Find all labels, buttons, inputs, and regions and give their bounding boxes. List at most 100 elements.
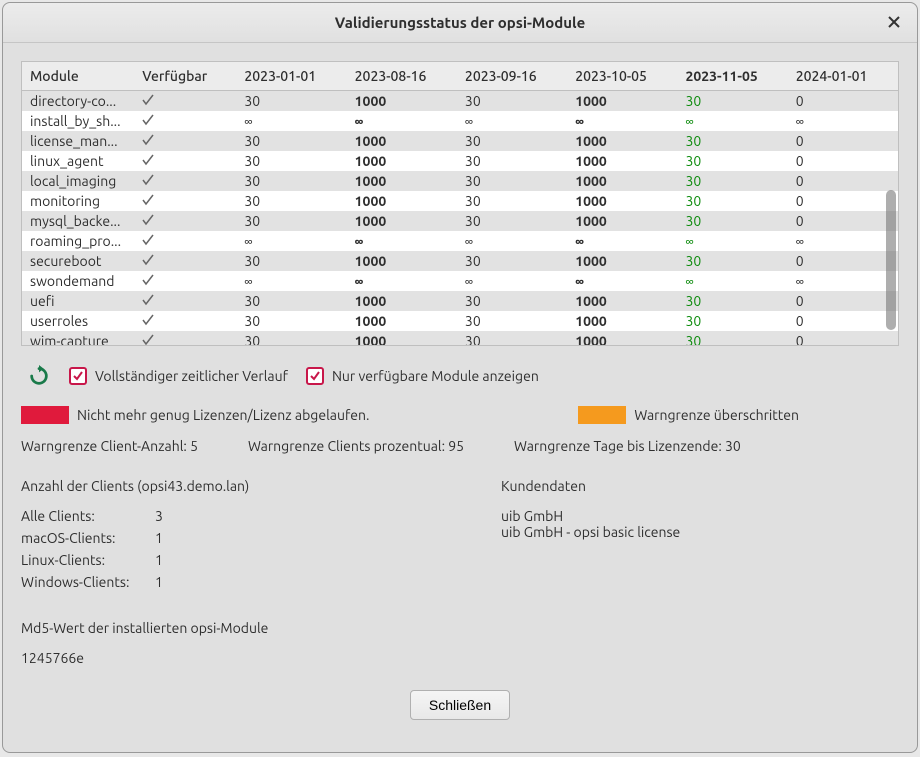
cell-value: 0 xyxy=(788,171,898,191)
titlebar: Validierungsstatus der opsi-Module xyxy=(3,3,917,43)
cell-value: 30 xyxy=(677,251,787,271)
table-row[interactable]: roaming_pro...∞∞∞∞∞∞ xyxy=(22,231,898,251)
cell-value: ∞ xyxy=(457,231,567,251)
cell-value: ∞ xyxy=(567,231,677,251)
warn-days: Warngrenze Tage bis Lizenzende: 30 xyxy=(514,438,741,454)
customer-line1: uib GmbH xyxy=(501,508,899,524)
cell-available xyxy=(134,291,236,311)
cell-value: ∞ xyxy=(347,231,457,251)
cell-value: ∞ xyxy=(236,111,346,131)
cell-module: license_man... xyxy=(22,131,134,151)
cell-module: secureboot xyxy=(22,251,134,271)
cell-value: 1000 xyxy=(567,211,677,231)
md5-header: Md5-Wert der installierten opsi-Module xyxy=(21,620,421,636)
checkbox-full-history[interactable]: Vollständiger zeitlicher Verlauf xyxy=(69,367,288,385)
linux-clients-label: Linux-Clients: xyxy=(21,552,145,568)
checkmark-icon xyxy=(142,334,154,345)
table-header-row: Module Verfügbar 2023-01-01 2023-08-16 2… xyxy=(22,62,898,91)
cell-value: 30 xyxy=(457,131,567,151)
checkmark-icon xyxy=(142,234,154,246)
cell-value: 30 xyxy=(457,311,567,331)
cell-value: ∞ xyxy=(788,111,898,131)
cell-value: 30 xyxy=(457,151,567,171)
cell-value: 1000 xyxy=(567,151,677,171)
cell-value: ∞ xyxy=(677,231,787,251)
win-clients-value: 1 xyxy=(155,574,163,590)
cell-value: 0 xyxy=(788,291,898,311)
col-date-3[interactable]: 2023-09-16 xyxy=(457,62,567,91)
table-row[interactable]: uefi301000301000300 xyxy=(22,291,898,311)
cell-value: 30 xyxy=(677,211,787,231)
table-row[interactable]: monitoring301000301000300 xyxy=(22,191,898,211)
customer-line2: uib GmbH - opsi basic license xyxy=(501,524,899,540)
cell-value: ∞ xyxy=(236,231,346,251)
cell-module: mysql_backe... xyxy=(22,211,134,231)
cell-value: 1000 xyxy=(347,211,457,231)
table-row[interactable]: mysql_backe...301000301000300 xyxy=(22,211,898,231)
cell-value: 1000 xyxy=(567,131,677,151)
cell-value: 30 xyxy=(236,251,346,271)
cell-value: ∞ xyxy=(347,271,457,291)
table-row[interactable]: install_by_sh...∞∞∞∞∞∞ xyxy=(22,111,898,131)
table-row[interactable]: secureboot301000301000300 xyxy=(22,251,898,271)
checkbox-full-history-label: Vollständiger zeitlicher Verlauf xyxy=(95,368,288,384)
table-row[interactable]: license_man...301000301000300 xyxy=(22,131,898,151)
table-row[interactable]: local_imaging301000301000300 xyxy=(22,171,898,191)
all-clients-label: Alle Clients: xyxy=(21,508,145,524)
cell-value: 30 xyxy=(236,151,346,171)
table-row[interactable]: userroles301000301000300 xyxy=(22,311,898,331)
cell-value: 1000 xyxy=(347,91,457,112)
col-date-2[interactable]: 2023-08-16 xyxy=(347,62,457,91)
cell-value: 1000 xyxy=(567,191,677,211)
cell-available xyxy=(134,91,236,112)
cell-value: 0 xyxy=(788,191,898,211)
modules-table[interactable]: Module Verfügbar 2023-01-01 2023-08-16 2… xyxy=(22,62,898,345)
checkmark-icon xyxy=(142,274,154,286)
cell-value: 30 xyxy=(236,331,346,345)
cell-available xyxy=(134,211,236,231)
cell-value: ∞ xyxy=(567,271,677,291)
col-available[interactable]: Verfügbar xyxy=(134,62,236,91)
cell-value: ∞ xyxy=(457,271,567,291)
swatch-orange xyxy=(578,406,626,424)
cell-value: 30 xyxy=(457,291,567,311)
cell-available xyxy=(134,131,236,151)
cell-module: local_imaging xyxy=(22,171,134,191)
cell-value: 1000 xyxy=(347,151,457,171)
col-date-1[interactable]: 2023-01-01 xyxy=(236,62,346,91)
table-row[interactable]: wim-capture301000301000300 xyxy=(22,331,898,345)
warn-clients-percent: Warngrenze Clients prozentual: 95 xyxy=(248,438,464,454)
cell-value: 30 xyxy=(677,291,787,311)
cell-value: ∞ xyxy=(236,271,346,291)
table-row[interactable]: linux_agent301000301000300 xyxy=(22,151,898,171)
cell-value: 1000 xyxy=(567,91,677,112)
cell-available xyxy=(134,191,236,211)
col-date-5[interactable]: 2023-11-05 xyxy=(677,62,787,91)
col-date-4[interactable]: 2023-10-05 xyxy=(567,62,677,91)
refresh-icon[interactable] xyxy=(27,364,51,388)
cell-value: 0 xyxy=(788,311,898,331)
close-button[interactable]: Schließen xyxy=(410,690,510,720)
cell-value: ∞ xyxy=(677,111,787,131)
cell-value: 30 xyxy=(236,291,346,311)
col-module[interactable]: Module xyxy=(22,62,134,91)
cell-value: 30 xyxy=(236,171,346,191)
cell-module: userroles xyxy=(22,311,134,331)
cell-value: 30 xyxy=(236,211,346,231)
cell-available xyxy=(134,151,236,171)
col-date-6[interactable]: 2024-01-01 xyxy=(788,62,898,91)
scrollbar-thumb[interactable] xyxy=(886,190,896,330)
table-row[interactable]: directory-co...301000301000300 xyxy=(22,91,898,112)
checkbox-only-available[interactable]: Nur verfügbare Module anzeigen xyxy=(306,367,539,385)
scrollbar[interactable] xyxy=(886,90,896,343)
cell-available xyxy=(134,311,236,331)
close-icon[interactable] xyxy=(883,11,905,33)
cell-value: 30 xyxy=(677,311,787,331)
table-row[interactable]: swondemand∞∞∞∞∞∞ xyxy=(22,271,898,291)
mac-clients-label: macOS-Clients: xyxy=(21,530,145,546)
cell-value: 30 xyxy=(677,91,787,112)
checkmark-icon xyxy=(142,214,154,226)
checkmark-icon xyxy=(142,114,154,126)
cell-value: 0 xyxy=(788,211,898,231)
cell-value: 1000 xyxy=(567,291,677,311)
